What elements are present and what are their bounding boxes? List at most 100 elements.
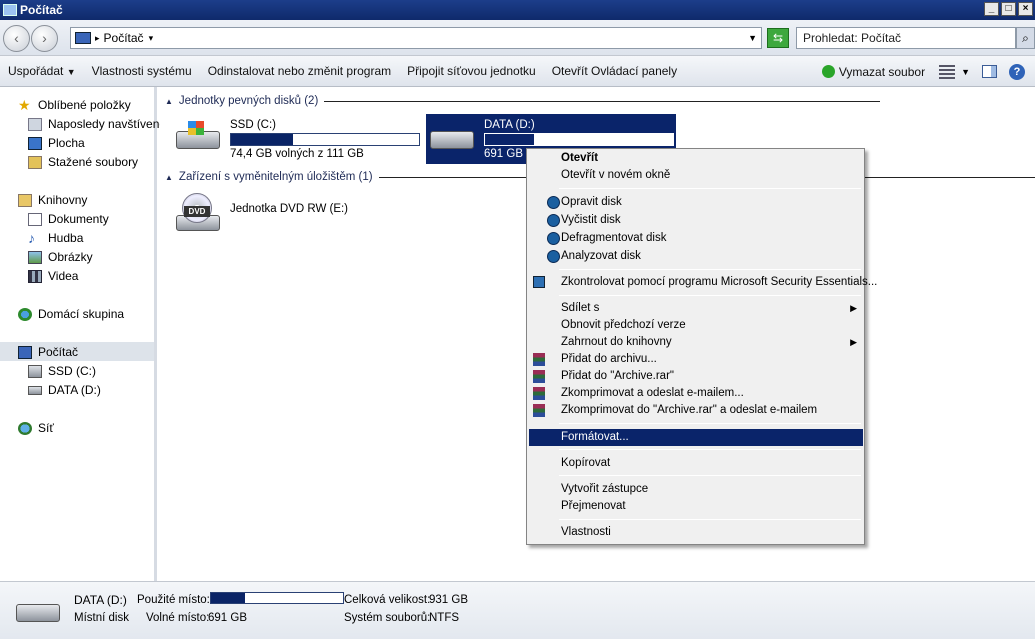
menu-item-label: Přidat do "Archive.rar" [561,370,674,382]
filesystem-label: Systém souborů: [344,612,431,624]
menu-separator [559,269,861,270]
view-options-icon[interactable] [939,64,956,79]
free-space-value: 691 GB [208,612,247,624]
sidebar-item-label: Hudba [48,231,84,245]
menu-separator [559,295,861,296]
menu-item-create-shortcut[interactable]: Vytvořit zástupce [529,481,863,498]
menu-item-properties[interactable]: Vlastnosti [529,524,863,541]
refresh-button[interactable]: ⇆ [767,28,789,48]
menu-item-rename[interactable]: Přejmenovat [529,498,863,515]
sidebar-item-label: DATA (D:) [48,383,101,397]
disk-tool-icon [547,196,560,209]
collapse-icon[interactable]: ▲ [165,173,173,182]
address-field[interactable]: ▸ Počítač ▾ ▼ [70,27,762,49]
sidebar-item-favorites[interactable]: ★ Oblíbené položky [18,96,131,114]
address-dropdown-icon[interactable]: ▼ [748,33,757,43]
preview-pane-icon[interactable] [982,65,997,78]
group-divider [324,100,881,102]
sidebar-item-label: Stažené soubory [48,155,139,169]
menu-item-defragment[interactable]: Defragmentovat disk [529,230,863,247]
group-header-label: Zařízení s vyměnitelným úložištěm (1) [178,171,373,183]
hard-drive-icon [28,385,42,395]
drive-dvd[interactable]: DVD Jednotka DVD RW (E:) [174,193,348,231]
sidebar-item-desktop[interactable]: Plocha [28,134,85,152]
sidebar-item-documents[interactable]: Dokumenty [28,210,109,228]
menu-separator [559,475,861,476]
sidebar-item-label: Knihovny [38,193,88,207]
menu-item-repair-disk[interactable]: Opravit disk [529,194,863,211]
menu-item-share[interactable]: Sdílet s ▶ [529,300,863,317]
command-bar: Uspořádat ▼ Vlastnosti systému Odinstalo… [0,56,1035,87]
documents-icon [28,212,42,226]
menu-item-add-archive-rar[interactable]: Přidat do "Archive.rar" [529,368,863,385]
group-header-hdd[interactable]: ▲ Jednotky pevných disků (2) [165,95,881,107]
menu-item-open[interactable]: Otevřít [529,150,863,167]
sidebar-item-music[interactable]: ♪ Hudba [28,229,83,247]
submenu-arrow-icon: ▶ [850,337,857,347]
organize-button[interactable]: Uspořádat ▼ [0,64,84,78]
chevron-right-icon[interactable]: ▸ [95,33,100,44]
free-space-label: Volné místo: [146,612,210,624]
help-icon[interactable]: ? [1009,63,1025,80]
sidebar-item-label: Počítač [38,345,79,359]
drive-free-space: 74,4 GB volných z 111 GB [230,148,364,160]
close-button[interactable]: × [1018,2,1033,16]
back-button[interactable]: ‹ [3,25,30,52]
sidebar-item-videos[interactable]: Videa [28,267,78,285]
chevron-down-icon[interactable]: ▼ [961,67,970,77]
sidebar-item-downloads[interactable]: Stažené soubory [28,153,138,171]
menu-item-restore-versions[interactable]: Obnovit předchozí verze [529,317,863,334]
sidebar-item-pictures[interactable]: Obrázky [28,248,93,266]
uninstall-button[interactable]: Odinstalovat nebo změnit program [200,64,399,78]
menu-item-include-library[interactable]: Zahrnout do knihovny ▶ [529,334,863,351]
sidebar-item-computer[interactable]: Počítač [18,343,78,361]
menu-item-compress-rar-email[interactable]: Zkomprimovat do "Archive.rar" a odeslat … [529,402,863,419]
menu-item-format[interactable]: Formátovat... [529,429,863,446]
sidebar-item-recent[interactable]: Naposledy navštívené [28,115,166,133]
menu-item-label: Zkontrolovat pomocí programu Microsoft S… [561,276,878,288]
sidebar-item-label: Dokumenty [48,212,109,226]
music-icon: ♪ [28,229,35,246]
downloads-folder-icon [28,155,42,169]
details-usage-bar [210,592,344,604]
libraries-icon [18,193,32,207]
map-drive-button[interactable]: Připojit síťovou jednotku [399,64,544,78]
menu-item-label: Opravit disk [561,196,622,208]
erase-file-button[interactable]: Vymazat soubor [839,65,933,79]
menu-item-security-scan[interactable]: Zkontrolovat pomocí programu Microsoft S… [529,274,877,291]
menu-item-compress-email[interactable]: Zkomprimovat a odeslat e-mailem... [529,385,863,402]
usage-fill [485,134,534,145]
sidebar-item-libraries[interactable]: Knihovny [18,191,87,209]
chevron-down-icon[interactable]: ▾ [149,33,154,44]
menu-item-label: Analyzovat disk [561,250,641,262]
title-bar: Počítač _ □ × [0,0,1035,20]
sidebar-item-network[interactable]: Síť [18,419,54,437]
drive-ssd[interactable]: SSD (C:) 74,4 GB volných z 111 GB [174,119,420,160]
sidebar-item-label: Videa [48,269,79,283]
sidebar-item-homegroup[interactable]: Domácí skupina [18,305,124,323]
menu-item-label: Zkomprimovat do "Archive.rar" a odeslat … [561,404,818,416]
menu-item-label: Vyčistit disk [561,214,621,226]
dvd-drive-icon: DVD [174,193,222,231]
menu-item-clean-disk[interactable]: Vyčistit disk [529,212,863,229]
collapse-icon[interactable]: ▲ [165,97,173,106]
menu-separator [559,519,861,520]
system-properties-button[interactable]: Vlastnosti systému [84,64,200,78]
forward-button[interactable]: › [31,25,58,52]
control-panel-button[interactable]: Otevřít Ovládací panely [544,64,685,78]
breadcrumb[interactable]: Počítač [104,31,144,45]
minimize-button[interactable]: _ [984,2,999,16]
menu-item-copy[interactable]: Kopírovat [529,455,863,472]
search-icon[interactable]: ⌕ [1016,27,1035,49]
filesystem-value: NTFS [429,612,460,624]
details-drive-name: DATA (D:) [74,593,127,607]
menu-item-add-archive[interactable]: Přidat do archivu... [529,351,863,368]
sidebar-item-data[interactable]: DATA (D:) [28,381,101,399]
menu-separator [559,423,861,424]
sidebar-item-label: Domácí skupina [38,307,125,321]
maximize-button[interactable]: □ [1001,2,1016,16]
search-input[interactable]: Prohledat: Počítač [796,27,1016,49]
menu-item-analyze[interactable]: Analyzovat disk [529,248,863,265]
menu-item-open-new-window[interactable]: Otevřít v novém okně [529,167,863,184]
sidebar-item-ssd[interactable]: SSD (C:) [28,362,96,380]
